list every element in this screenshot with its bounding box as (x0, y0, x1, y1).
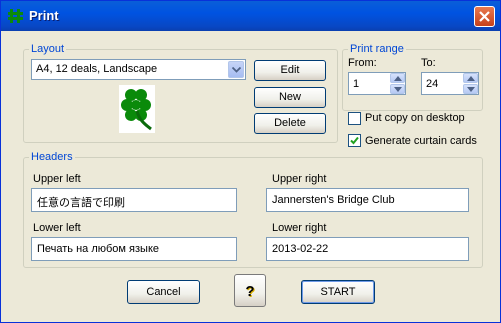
arrow-up-icon (467, 76, 475, 81)
new-button[interactable]: New (254, 87, 326, 108)
help-button[interactable]: ? (234, 274, 266, 307)
edit-button-label: Edit (280, 64, 300, 76)
upper-right-label: Upper right (272, 173, 327, 185)
to-down-button[interactable] (463, 84, 478, 94)
dropdown-button[interactable] (228, 61, 244, 78)
delete-button[interactable]: Delete (254, 113, 326, 134)
curtain-cards-checkbox[interactable] (348, 134, 361, 147)
arrow-down-icon (394, 87, 402, 92)
upper-right-input[interactable]: Jannersten's Bridge Club (266, 188, 469, 212)
lower-right-label: Lower right (272, 222, 327, 234)
cancel-button-label: Cancel (146, 286, 181, 298)
to-spinner[interactable] (463, 73, 478, 94)
new-button-label: New (278, 91, 301, 103)
headers-legend: Headers (31, 151, 73, 163)
checkmark-icon (350, 136, 359, 145)
close-button[interactable] (474, 6, 495, 27)
title-bar[interactable]: Print (1, 1, 500, 31)
start-button-label: START (320, 286, 356, 298)
to-value: 24 (426, 78, 439, 90)
upper-left-input[interactable]: 任意の言語で印刷 (31, 188, 237, 212)
from-spinner[interactable] (390, 73, 405, 94)
start-button[interactable]: START (301, 280, 375, 304)
question-mark-icon: ? (245, 283, 255, 300)
to-label: To: (421, 57, 436, 69)
lower-left-label: Lower left (33, 222, 81, 234)
print-range-legend: Print range (350, 43, 404, 55)
close-icon (479, 11, 490, 22)
curtain-cards-label[interactable]: Generate curtain cards (365, 135, 477, 147)
edit-button[interactable]: Edit (254, 60, 326, 81)
upper-right-value: Jannersten's Bridge Club (272, 194, 395, 206)
clover-icon (8, 9, 23, 23)
layout-select-value: A4, 12 deals, Landscape (36, 63, 158, 75)
four-leaf-clover-icon (119, 85, 155, 133)
upper-left-label: Upper left (33, 173, 81, 185)
lower-left-input[interactable]: Печать на любом языке (31, 237, 237, 261)
print-dialog: Print Layout A4, 12 deals, Landscape Edi… (0, 0, 501, 323)
copy-desktop-label[interactable]: Put copy on desktop (365, 112, 465, 124)
delete-button-label: Delete (274, 117, 306, 129)
upper-left-value: 任意の言語で印刷 (37, 197, 125, 209)
to-stepper[interactable]: 24 (421, 72, 479, 95)
from-stepper[interactable]: 1 (348, 72, 406, 95)
window-title: Print (29, 8, 59, 23)
lower-right-input[interactable]: 2013-02-22 (266, 237, 469, 261)
lower-right-value: 2013-02-22 (272, 243, 329, 255)
to-up-button[interactable] (463, 73, 478, 83)
chevron-down-icon (232, 67, 241, 73)
copy-desktop-checkbox[interactable] (348, 112, 361, 125)
cancel-button[interactable]: Cancel (127, 280, 200, 304)
arrow-up-icon (394, 76, 402, 81)
arrow-down-icon (467, 87, 475, 92)
from-value: 1 (353, 78, 360, 90)
from-up-button[interactable] (390, 73, 405, 83)
lower-left-value: Печать на любом языке (37, 243, 160, 255)
layout-legend: Layout (31, 43, 65, 55)
from-label: From: (348, 57, 377, 69)
from-down-button[interactable] (390, 84, 405, 94)
layout-select[interactable]: A4, 12 deals, Landscape (31, 59, 246, 80)
